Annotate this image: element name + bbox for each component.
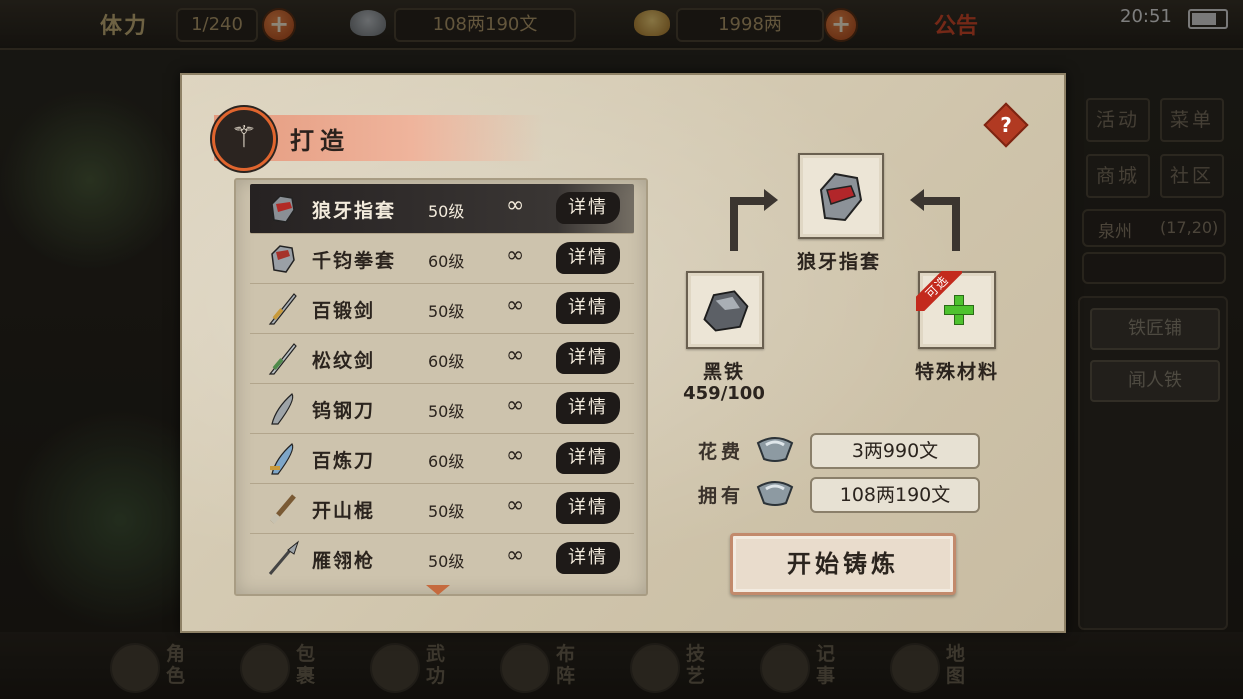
staff-icon bbox=[269, 494, 296, 524]
gauntlet-icon bbox=[819, 172, 863, 222]
dialog-title: 打造 bbox=[290, 127, 350, 155]
detail-button[interactable]: 详情 bbox=[556, 242, 620, 274]
start-forging-button[interactable]: 开始铸炼 bbox=[730, 533, 956, 595]
recipe-row[interactable]: 松纹剑 60级 ∞ 详情 bbox=[250, 334, 634, 384]
recipe-row[interactable]: 百炼刀 60级 ∞ 详情 bbox=[250, 434, 634, 484]
gauntlet-icon bbox=[271, 195, 295, 223]
material-name: 黑铁 bbox=[702, 361, 745, 383]
cost-value: 3两990文 bbox=[810, 433, 980, 469]
blade-icon bbox=[271, 393, 294, 425]
recipe-row[interactable]: 千钧拳套 60级 ∞ 详情 bbox=[250, 234, 634, 284]
recipe-level: 50级 bbox=[428, 302, 465, 321]
scroll-down-icon[interactable] bbox=[426, 585, 450, 595]
recipe-name: 松纹剑 bbox=[312, 350, 376, 372]
detail-button[interactable]: 详情 bbox=[556, 492, 620, 524]
recipe-row[interactable]: 雁翎枪 50级 ∞ 详情 bbox=[250, 534, 634, 583]
spear-icon bbox=[268, 540, 300, 575]
special-material-name: 特殊材料 bbox=[914, 361, 999, 383]
add-material-icon bbox=[944, 295, 974, 325]
detail-button[interactable]: 详情 bbox=[556, 392, 620, 424]
owned-value: 108两190文 bbox=[810, 477, 980, 513]
recipe-name: 百锻剑 bbox=[312, 300, 376, 322]
recipe-level: 60级 bbox=[428, 352, 465, 371]
left-arrow-head bbox=[764, 189, 778, 211]
detail-button[interactable]: 详情 bbox=[556, 192, 620, 224]
material-slot[interactable] bbox=[686, 271, 764, 349]
recipe-name: 狼牙指套 bbox=[312, 200, 397, 222]
gauntlet-icon bbox=[271, 245, 295, 273]
cost-label: 花费 bbox=[698, 441, 745, 463]
result-name: 狼牙指套 bbox=[796, 251, 881, 273]
detail-button[interactable]: 详情 bbox=[556, 542, 620, 574]
recipe-level: 60级 bbox=[428, 252, 465, 271]
recipe-name: 钨钢刀 bbox=[312, 400, 376, 422]
owned-label: 拥有 bbox=[698, 485, 745, 507]
recipe-level: 60级 bbox=[428, 452, 465, 471]
recipe-level: 50级 bbox=[428, 402, 465, 421]
detail-button[interactable]: 详情 bbox=[556, 342, 620, 374]
recipe-list[interactable]: 狼牙指套 50级 ∞ 详情 千钧拳套 60级 ∞ 详情 百锻剑 50级 ∞ 详情… bbox=[234, 178, 648, 596]
black-iron-icon bbox=[703, 290, 749, 332]
recipe-count: ∞ bbox=[506, 193, 525, 218]
special-material-slot[interactable]: 可选 bbox=[916, 271, 996, 349]
sword-icon bbox=[268, 343, 297, 375]
left-arrow-icon bbox=[730, 197, 768, 251]
help-button[interactable]: ? bbox=[983, 102, 1029, 148]
recipe-count: ∞ bbox=[506, 243, 525, 268]
recipe-row[interactable]: 狼牙指套 50级 ∞ 详情 bbox=[250, 184, 634, 234]
recipe-row[interactable]: 百锻剑 50级 ∞ 详情 bbox=[250, 284, 634, 334]
blade-icon bbox=[270, 443, 294, 475]
result-slot[interactable] bbox=[798, 153, 884, 239]
recipe-count: ∞ bbox=[506, 293, 525, 318]
recipe-row[interactable]: 开山棍 50级 ∞ 详情 bbox=[250, 484, 634, 534]
forge-emblem-icon: ⚚ bbox=[212, 107, 276, 171]
detail-button[interactable]: 详情 bbox=[556, 442, 620, 474]
material-count: 459/100 bbox=[683, 383, 765, 404]
right-arrow-head bbox=[910, 189, 924, 211]
recipe-count: ∞ bbox=[506, 393, 525, 418]
recipe-count: ∞ bbox=[506, 443, 525, 468]
recipe-level: 50级 bbox=[428, 202, 465, 221]
recipe-level: 50级 bbox=[428, 502, 465, 521]
recipe-name: 千钧拳套 bbox=[312, 250, 397, 272]
right-arrow-icon bbox=[922, 197, 960, 251]
recipe-name: 百炼刀 bbox=[312, 450, 376, 472]
recipe-level: 50级 bbox=[428, 552, 465, 571]
recipe-row[interactable]: 钨钢刀 50级 ∞ 详情 bbox=[250, 384, 634, 434]
forge-dialog: ⚚ 打造 ? 狼牙指套 50级 ∞ 详情 千钧拳套 60级 ∞ 详情 百锻剑 5… bbox=[180, 73, 1066, 633]
silver-icon bbox=[756, 437, 794, 462]
help-icon: ? bbox=[1000, 113, 1012, 137]
recipe-count: ∞ bbox=[506, 493, 525, 518]
recipe-name: 雁翎枪 bbox=[312, 550, 376, 572]
silver-icon bbox=[756, 481, 794, 506]
detail-button[interactable]: 详情 bbox=[556, 292, 620, 324]
recipe-name: 开山棍 bbox=[312, 500, 376, 522]
sword-icon bbox=[268, 293, 297, 325]
recipe-count: ∞ bbox=[506, 343, 525, 368]
recipe-count: ∞ bbox=[506, 543, 525, 568]
